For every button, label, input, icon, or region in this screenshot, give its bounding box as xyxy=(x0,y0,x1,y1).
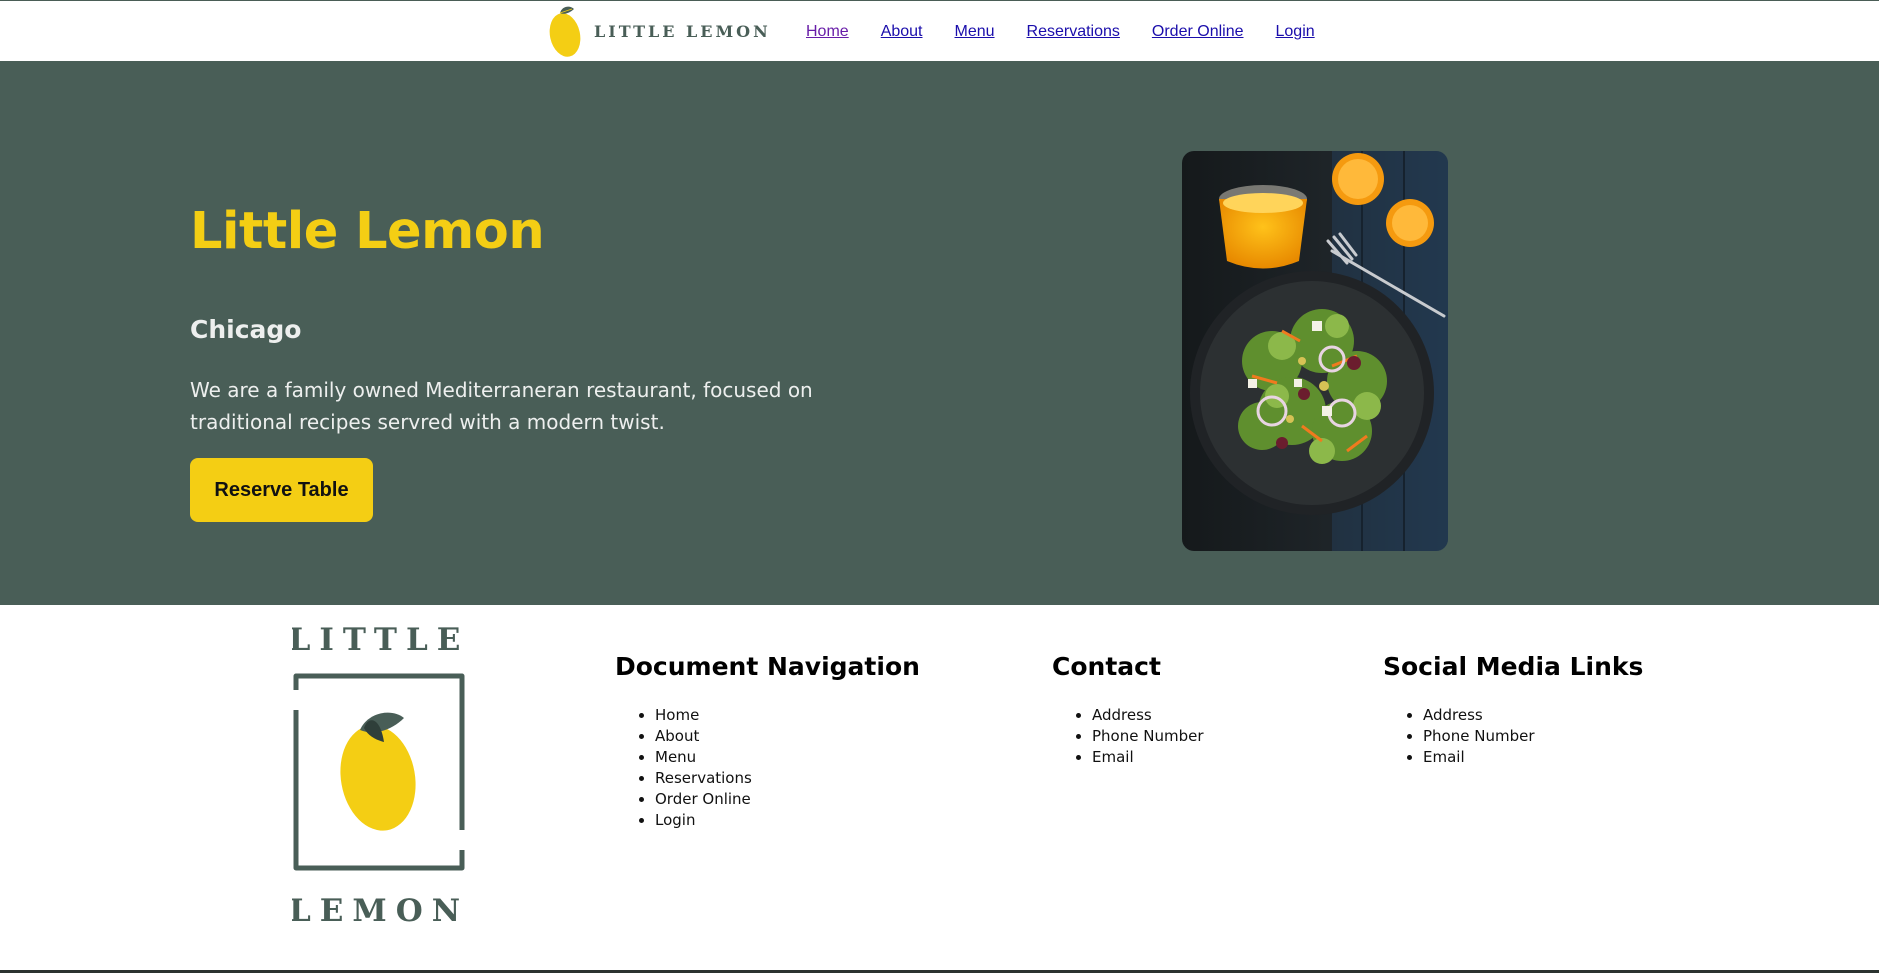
footer-social-list: Address Phone Number Email xyxy=(1383,705,1643,768)
list-item[interactable]: Email xyxy=(1423,747,1643,768)
list-item: Phone Number xyxy=(1092,726,1204,747)
nav-link-login[interactable]: Login xyxy=(1276,23,1315,41)
footer-contact-list: Address Phone Number Email xyxy=(1052,705,1204,768)
footer-heading-navigation: Document Navigation xyxy=(615,652,920,681)
footer-social-media: Social Media Links Address Phone Number … xyxy=(1383,652,1643,768)
list-item[interactable]: About xyxy=(655,726,920,747)
hero-title: Little Lemon xyxy=(190,202,545,261)
brand-name: LITTLE LEMON xyxy=(594,21,771,41)
footer-logo-bottom-text: LEMON xyxy=(292,893,467,929)
site-header: LITTLE LEMON Home About Menu Reservation… xyxy=(0,1,1879,61)
main-nav: Home About Menu Reservations Order Onlin… xyxy=(806,23,1347,41)
list-item[interactable]: Phone Number xyxy=(1423,726,1643,747)
hero-description: We are a family owned Mediterraneran res… xyxy=(190,378,813,434)
footer-logo-top-text: LITTLE xyxy=(292,622,467,658)
list-item[interactable]: Home xyxy=(655,705,920,726)
list-item[interactable]: Reservations xyxy=(655,768,920,789)
list-item: Email xyxy=(1092,747,1204,768)
list-item[interactable]: Login xyxy=(655,810,920,831)
footer-document-navigation: Document Navigation Home About Menu Rese… xyxy=(615,652,920,831)
nav-link-order-online[interactable]: Order Online xyxy=(1152,23,1244,41)
list-item[interactable]: Menu xyxy=(655,747,920,768)
lemon-icon xyxy=(340,712,416,831)
footer-heading-contact: Contact xyxy=(1052,652,1161,681)
nav-link-menu[interactable]: Menu xyxy=(955,23,995,41)
lemon-icon xyxy=(549,6,581,57)
footer-logo: LITTLE LEMON xyxy=(289,620,467,930)
list-item: Address xyxy=(1092,705,1204,726)
nav-link-reservations[interactable]: Reservations xyxy=(1027,23,1120,41)
footer-contact: Contact Address Phone Number Email xyxy=(1052,652,1204,768)
salad-photo xyxy=(1182,151,1448,551)
hero-subtitle: Chicago xyxy=(190,315,302,344)
hero-section: Little Lemon Chicago We are a family own… xyxy=(0,61,1879,605)
list-item[interactable]: Address xyxy=(1423,705,1643,726)
nav-link-about[interactable]: About xyxy=(881,23,923,41)
footer-heading-social: Social Media Links xyxy=(1383,652,1644,681)
nav-link-home[interactable]: Home xyxy=(806,23,849,41)
brand-logo[interactable]: LITTLE LEMON xyxy=(548,3,771,59)
list-item[interactable]: Order Online xyxy=(655,789,920,810)
reserve-table-button[interactable]: Reserve Table xyxy=(190,458,373,522)
footer-navigation-list: Home About Menu Reservations Order Onlin… xyxy=(615,705,920,831)
